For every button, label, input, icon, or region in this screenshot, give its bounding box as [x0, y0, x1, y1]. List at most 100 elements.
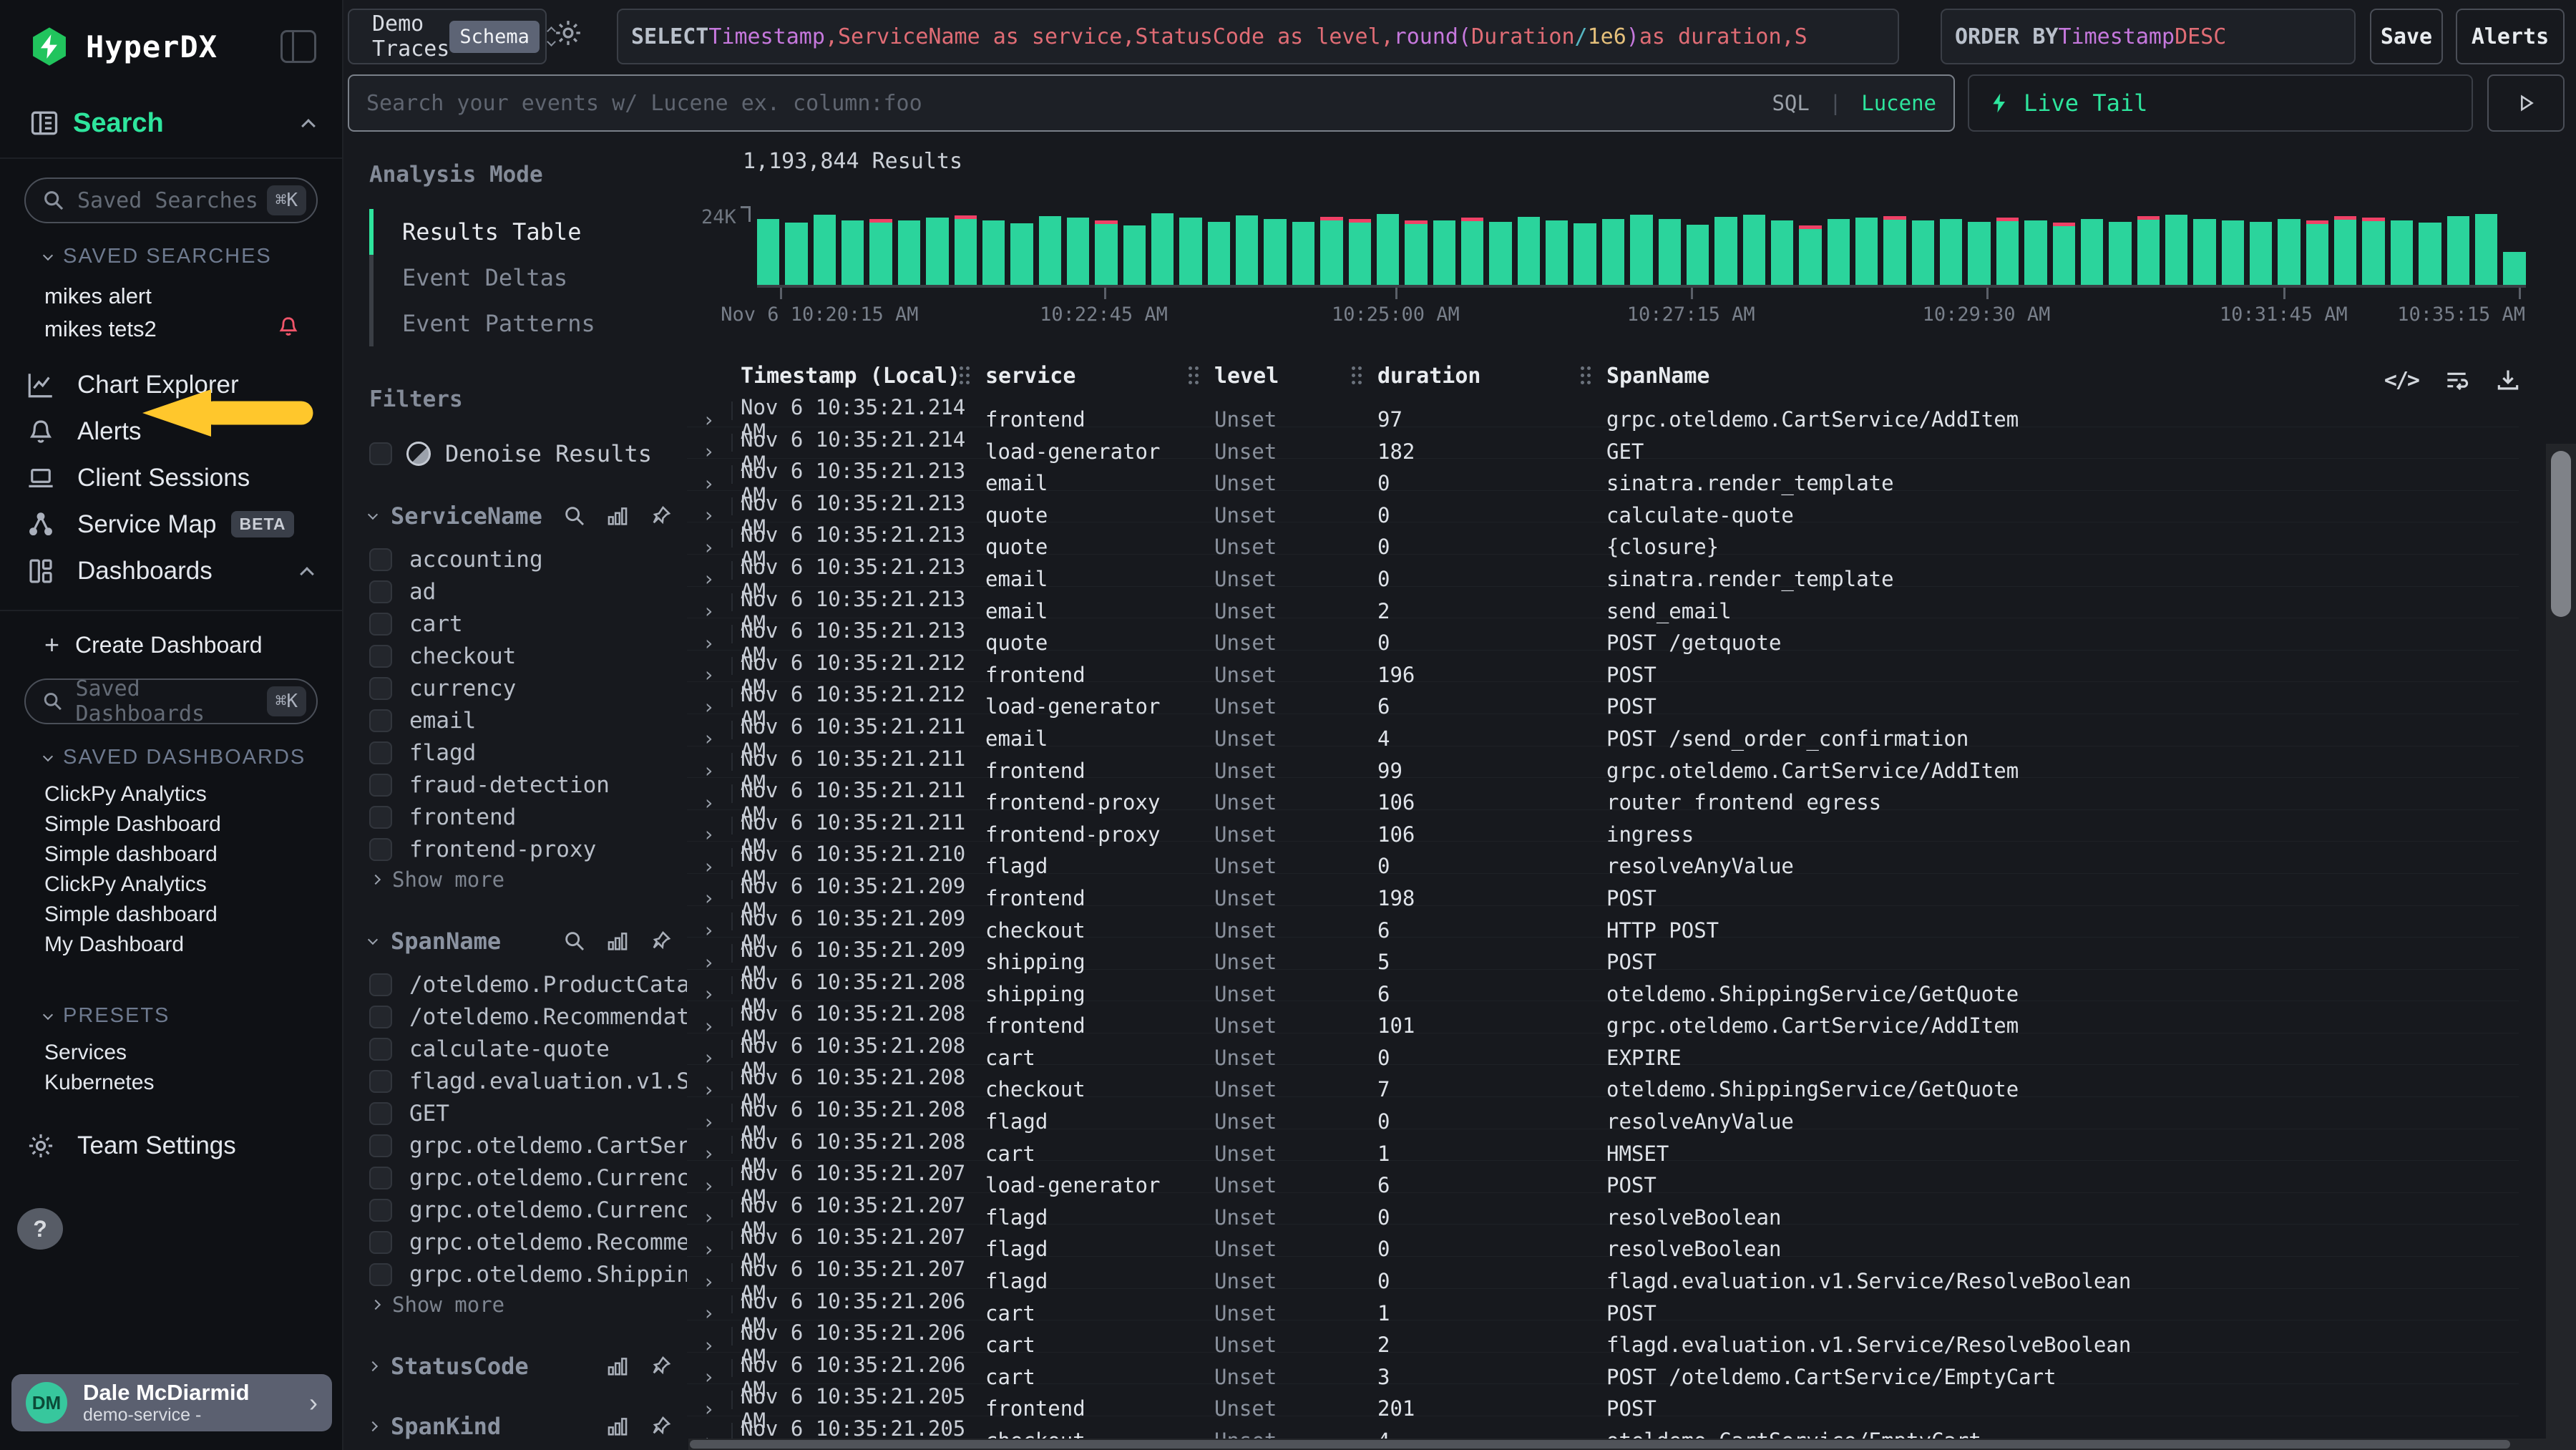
analysis-mode-event-deltas[interactable]: Event Deltas [369, 255, 673, 301]
horizontal-scrollbar[interactable] [688, 1439, 2546, 1450]
bar-chart-icon[interactable] [605, 1414, 630, 1439]
histogram-bar[interactable] [898, 220, 920, 285]
histogram-bar[interactable] [955, 215, 977, 285]
saved-searches-section[interactable]: SAVED SEARCHES [44, 245, 342, 268]
table-row[interactable]: ›Nov 6 10:35:21.211 AMfrontend-proxyUnse… [687, 810, 2519, 842]
filter-checkbox-cart[interactable]: cart [369, 608, 673, 639]
saved-dashboard-item[interactable]: Simple dashboard [44, 900, 342, 930]
events-histogram[interactable]: 24K [757, 209, 2526, 288]
histogram-bar[interactable] [1602, 219, 1624, 286]
saved-searches-input[interactable]: Saved Searches ⌘K [24, 177, 318, 223]
filter-checkbox-checkout[interactable]: checkout [369, 641, 673, 671]
histogram-bar[interactable] [2165, 215, 2187, 285]
table-row[interactable]: ›Nov 6 10:35:21.212 AMload-generatorUnse… [687, 682, 2519, 714]
histogram-bar[interactable] [1123, 225, 1146, 285]
histogram-bar[interactable] [1010, 223, 1033, 285]
source-settings-button[interactable] [552, 17, 584, 49]
vertical-scrollbar[interactable] [2546, 444, 2576, 1450]
histogram-bar[interactable] [1659, 219, 1681, 286]
save-button[interactable]: Save [2370, 9, 2443, 64]
histogram-bar[interactable] [1095, 220, 1117, 285]
histogram-bar[interactable] [1039, 216, 1061, 285]
filter-checkbox-grpc-oteldemo-cartservi-[interactable]: grpc.oteldemo.CartServi… [369, 1130, 673, 1161]
pin-icon[interactable] [648, 504, 673, 528]
histogram-bar[interactable] [1630, 215, 1652, 285]
table-row[interactable]: ›Nov 6 10:35:21.205 AMfrontendUnset201PO… [687, 1384, 2519, 1416]
histogram-bar[interactable] [2109, 222, 2131, 285]
pin-icon[interactable] [648, 1414, 673, 1439]
table-row[interactable]: ›Nov 6 10:35:21.211 AMfrontend-proxyUnse… [687, 778, 2519, 810]
column-header-spanname[interactable]: SpanName [1606, 364, 2519, 389]
histogram-bar[interactable] [2447, 216, 2469, 285]
table-row[interactable]: ›Nov 6 10:35:21.212 AMfrontendUnset196PO… [687, 651, 2519, 683]
filter-group-header[interactable]: ServiceName [369, 502, 673, 530]
table-row[interactable]: ›Nov 6 10:35:21.205 AMcheckoutUnset4otel… [687, 1416, 2519, 1439]
analysis-mode-results-table[interactable]: Results Table [369, 209, 673, 255]
saved-dashboard-item[interactable]: ClickPy Analytics [44, 870, 342, 900]
column-header-timestamp-local-[interactable]: Timestamp (Local) [741, 364, 985, 389]
pin-icon[interactable] [648, 1354, 673, 1378]
histogram-bar[interactable] [1208, 222, 1230, 285]
table-row[interactable]: ›Nov 6 10:35:21.213 AMemailUnset0sinatra… [687, 555, 2519, 587]
source-select[interactable]: Demo Traces Schema [348, 9, 547, 64]
create-dashboard-button[interactable]: + Create Dashboard [44, 630, 342, 660]
histogram-bar[interactable] [1714, 217, 1737, 285]
histogram-bar[interactable] [1743, 215, 1765, 285]
search-icon[interactable] [562, 929, 587, 953]
histogram-bar[interactable] [1940, 219, 1962, 286]
histogram-bar[interactable] [2391, 220, 2413, 285]
histogram-bar[interactable] [1264, 219, 1286, 286]
table-row[interactable]: ›Nov 6 10:35:21.207 AMload-generatorUnse… [687, 1161, 2519, 1193]
histogram-bar[interactable] [814, 215, 836, 285]
saved-dashboard-item[interactable]: Simple dashboard [44, 840, 342, 870]
histogram-bar[interactable] [2503, 252, 2525, 285]
histogram-bar[interactable] [1236, 215, 1258, 285]
table-row[interactable]: ›Nov 6 10:35:21.213 AMquoteUnset0calcula… [687, 491, 2519, 523]
sidebar-item-service-map[interactable]: Service Map BETA [0, 501, 342, 548]
bar-chart-icon[interactable] [605, 504, 630, 528]
histogram-bar[interactable] [2419, 223, 2441, 286]
histogram-bar[interactable] [785, 223, 807, 286]
histogram-bar[interactable] [1489, 222, 1511, 285]
saved-search-item[interactable]: mikes alert [44, 280, 342, 313]
help-button[interactable]: ? [17, 1208, 63, 1250]
orderby-editor[interactable]: ORDER BY Timestamp DESC [1941, 9, 2356, 64]
table-row[interactable]: ›Nov 6 10:35:21.211 AMfrontendUnset99grp… [687, 746, 2519, 779]
filter-checkbox-get[interactable]: GET [369, 1098, 673, 1129]
table-row[interactable]: ›Nov 6 10:35:21.207 AMflagdUnset0flagd.e… [687, 1257, 2519, 1289]
scrollbar-thumb[interactable] [690, 1440, 2510, 1449]
histogram-bar[interactable] [1574, 223, 1596, 285]
table-row[interactable]: ›Nov 6 10:35:21.209 AMfrontendUnset198PO… [687, 874, 2519, 906]
histogram-bar[interactable] [2137, 216, 2160, 285]
histogram-bar[interactable] [1320, 217, 1342, 285]
filter-checkbox-currency[interactable]: currency [369, 673, 673, 704]
filter-checkbox-grpc-oteldemo-currencys-[interactable]: grpc.oteldemo.CurrencyS… [369, 1162, 673, 1193]
table-row[interactable]: ›Nov 6 10:35:21.209 AMcheckoutUnset6HTTP… [687, 906, 2519, 938]
histogram-bar[interactable] [2024, 220, 2046, 285]
table-row[interactable]: ›Nov 6 10:35:21.208 AMfrontendUnset101gr… [687, 1001, 2519, 1033]
table-row[interactable]: ›Nov 6 10:35:21.208 AMcartUnset0EXPIRE [687, 1033, 2519, 1066]
drag-handle-icon[interactable] [1189, 366, 1199, 385]
histogram-bar[interactable] [1349, 219, 1371, 285]
histogram-bar[interactable] [1151, 213, 1174, 285]
histogram-bar[interactable] [1518, 217, 1540, 285]
histogram-bar[interactable] [2222, 220, 2244, 285]
histogram-bar[interactable] [1855, 218, 1878, 285]
bar-chart-icon[interactable] [605, 929, 630, 953]
filter-checkbox-email[interactable]: email [369, 705, 673, 736]
table-row[interactable]: ›Nov 6 10:35:21.214 AMfrontendUnset97grp… [687, 395, 2519, 427]
filter-checkbox-flagd-evaluation-v1-ser-[interactable]: flagd.evaluation.v1.Ser… [369, 1066, 673, 1096]
denoise-results-checkbox[interactable]: Denoise Results [369, 438, 673, 469]
histogram-bar[interactable] [1799, 225, 1821, 285]
show-more-services[interactable]: Show more [372, 865, 673, 895]
histogram-bar[interactable] [2362, 218, 2384, 285]
filter-checkbox-calculate-quote[interactable]: calculate-quote [369, 1033, 673, 1064]
table-row[interactable]: ›Nov 6 10:35:21.206 AMcartUnset1POST [687, 1289, 2519, 1321]
column-header-service[interactable]: service [985, 364, 1214, 389]
table-row[interactable]: ›Nov 6 10:35:21.214 AMload-generatorUnse… [687, 427, 2519, 459]
histogram-bar[interactable] [1828, 219, 1850, 286]
table-row[interactable]: ›Nov 6 10:35:21.213 AMemailUnset2send_em… [687, 587, 2519, 619]
histogram-bar[interactable] [1405, 220, 1427, 285]
preset-item[interactable]: Kubernetes [44, 1068, 342, 1098]
filter-group-header[interactable]: StatusCode [369, 1353, 673, 1380]
